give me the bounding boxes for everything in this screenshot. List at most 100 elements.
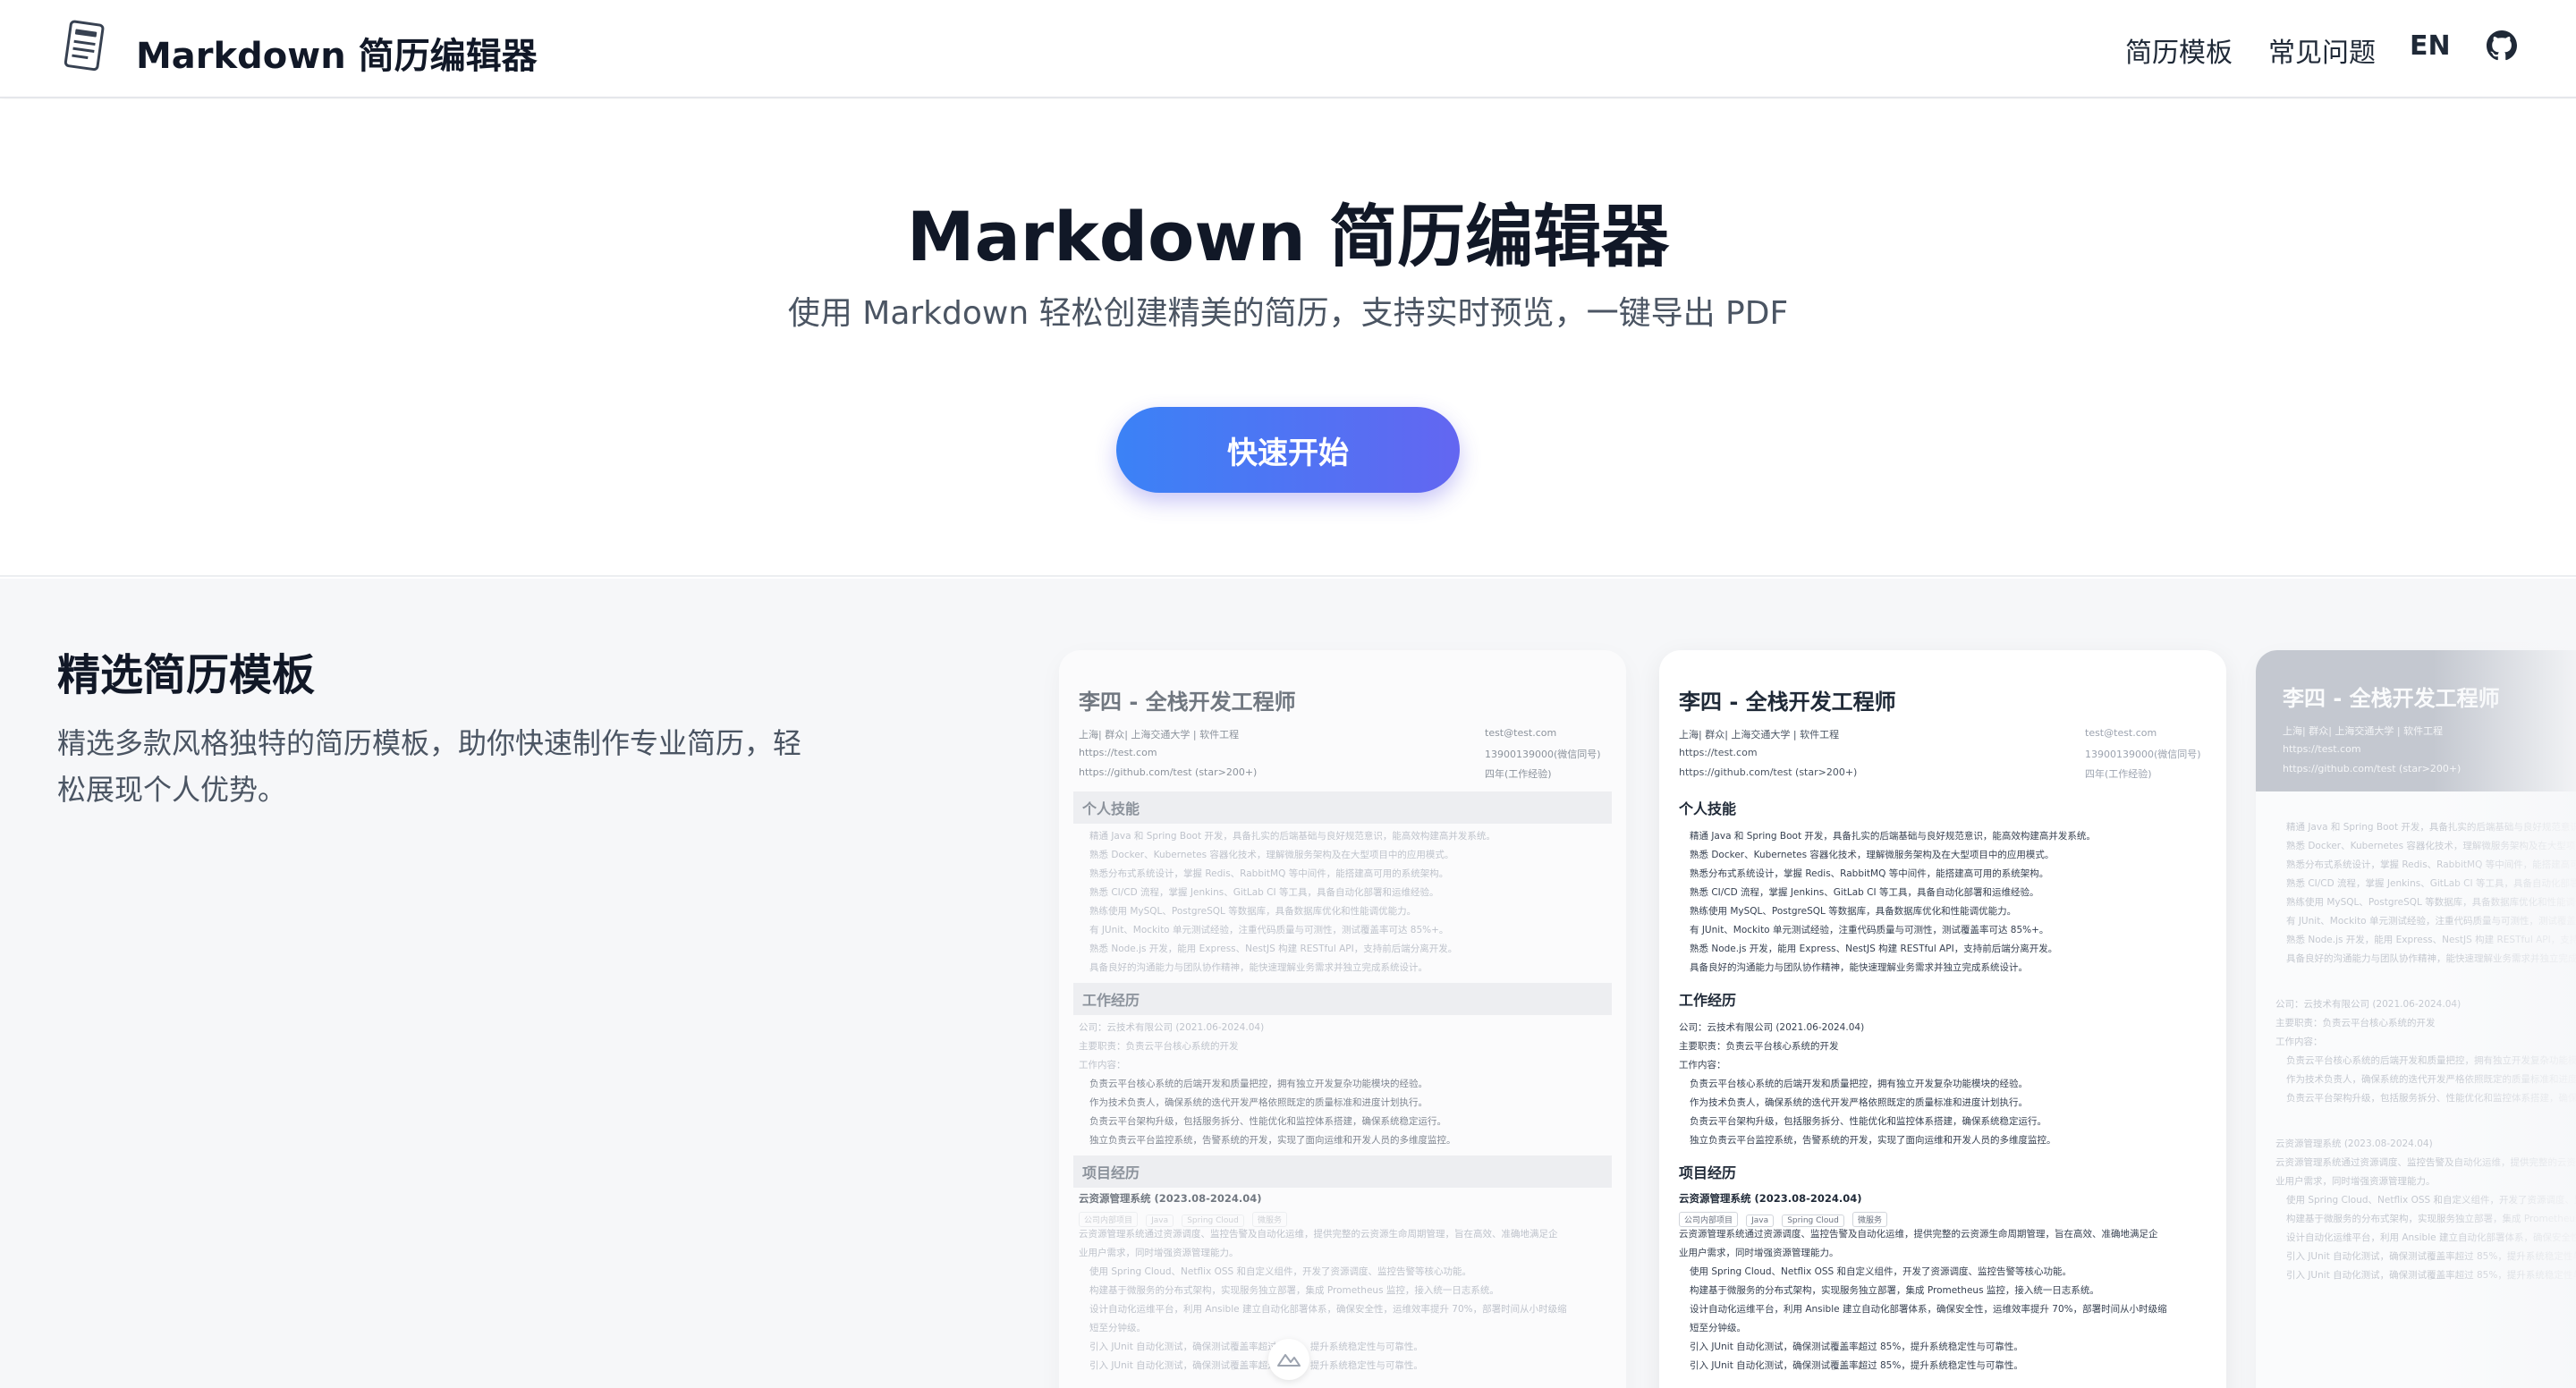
resume-email: test@test.com [2085,727,2157,739]
project-desc: 业用户需求，同时增强资源管理能力。 [1079,1248,1239,1258]
work-company: 公司：云技术有限公司 (2021.06-2024.04) [2275,999,2462,1010]
project-desc: 业用户需求，同时增强资源管理能力。 [1679,1248,1839,1258]
resume-header: 李四 - 全栈开发工程师 上海| 群众| 上海交通大学 | 软件工程 https… [1659,650,2226,786]
resume-name: 李四 - 全栈开发工程师 [1679,690,1896,715]
work-content-label: 工作内容： [2275,1037,2323,1047]
resume-name: 李四 - 全栈开发工程师 [1079,690,1296,715]
project-item: 引入 JUnit 自动化测试，确保测试覆盖率超过 85%，提升系统稳定性与可靠性… [2286,1248,2576,1266]
skill-item: 熟练使用 MySQL、PostgreSQL 等数据库，具备数据库优化和性能调优能… [2286,893,2576,912]
templates-section: 精选简历模板 精选多款风格独特的简历模板，助你快速制作专业简历，轻松展现个人优势… [0,579,2576,1388]
hero-subtitle: 使用 Markdown 轻松创建精美的简历，支持实时预览，一键导出 PDF [787,295,1789,332]
project-title: 云资源管理系统 (2023.08-2024.04) [1079,1192,1262,1205]
section-projects-heading: 项目经历 [1073,1155,1612,1188]
templates-title: 精选简历模板 [57,650,316,700]
project-item: 引入 JUnit 自动化测试，确保测试覆盖率超过 85%，提升系统稳定性与可靠性… [1089,1357,1612,1375]
project-desc: 云资源管理系统通过资源调度、监控告警及自动化运维，提供完整的云资源生命周期管理，… [1679,1229,2158,1240]
project-item: 引入 JUnit 自动化测试，确保测试覆盖率超过 85%，提升系统稳定性与可靠性… [1690,1357,2212,1375]
project-item: 使用 Spring Cloud、Netflix OSS 和自定义组件，开发了资源… [1089,1263,1612,1282]
work-content-label: 工作内容： [1079,1060,1126,1071]
skill-item: 有 JUnit、Mockito 单元测试经验，注重代码质量与可测性，测试覆盖率可… [2286,912,2576,931]
skill-item: 熟悉 Docker、Kubernetes 容器化技术，理解微服务架构及在大型项目… [2286,837,2576,856]
work-role: 主要职责：负责云平台核心系统的开发 [1679,1041,1839,1052]
work-item: 负责云平台核心系统的后端开发和质量把控，拥有独立开发复杂功能模块的经验。 [1690,1075,2212,1094]
work-role: 主要职责：负责云平台核心系统的开发 [2275,1018,2436,1028]
project-item: 构建基于微服务的分布式架构，实现服务独立部署，集成 Prometheus 监控，… [2286,1210,2576,1229]
section-projects-heading: 项目经历 [1679,1164,1737,1181]
work-item: 独立负责云平台监控系统，告警系统的开发，实现了面向运维和开发人员的多维度监控。 [1089,1131,1612,1150]
work-item: 独立负责云平台监控系统，告警系统的开发，实现了面向运维和开发人员的多维度监控。 [1690,1131,2212,1150]
resume-website: https://test.com [1679,747,1758,758]
work-item: 负责云平台核心系统的后端开发和质量把控，拥有独立开发复杂功能模块的经验。 [1089,1075,1612,1094]
skill-item: 熟悉 CI/CD 流程，掌握 Jenkins、GitLab CI 等工具，具备自… [1089,884,1612,902]
skill-item: 熟悉 Node.js 开发，能用 Express、NestJS 构建 RESTf… [1089,940,1612,959]
project-tags: 公司内部项目 Java Spring Cloud 微服务 [1079,1209,1612,1227]
language-toggle[interactable]: EN [2410,30,2451,62]
skill-item: 有 JUnit、Mockito 单元测试经验，注重代码质量与可测性，测试覆盖率可… [1690,921,2212,940]
resume-experience-years: 四年(工作经验) [2085,768,2152,780]
project-item: 引入 JUnit 自动化测试，确保测试覆盖率超过 85%，提升系统稳定性与可靠性… [1690,1338,2212,1357]
brand-title[interactable]: Markdown 简历编辑器 [136,27,538,79]
templates-description: 精选多款风格独特的简历模板，助你快速制作专业简历，轻松展现个人优势。 [57,726,802,807]
github-icon[interactable] [2487,30,2517,61]
project-desc: 云资源管理系统通过资源调度、监控告警及自动化运维，提供完整的云资源生命周期管理，… [1079,1229,1558,1240]
skill-item: 熟悉 CI/CD 流程，掌握 Jenkins、GitLab CI 等工具，具备自… [1690,884,2212,902]
resume-header: 李四 - 全栈开发工程师 上海| 群众| 上海交通大学 | 软件工程 https… [2256,650,2576,791]
skill-item: 具备良好的沟通能力与团队协作精神，能快速理解业务需求并独立完成系统设计。 [1089,959,1612,978]
resume-phone: 13900139000(微信同号) [1485,749,1601,760]
resume-website: https://test.com [1079,747,1157,758]
project-item: 设计自动化运维平台，利用 Ansible 建立自动化部署体系，确保安全性，运维效… [1690,1300,2212,1319]
skill-item: 有 JUnit、Mockito 单元测试经验，注重代码质量与可测性，测试覆盖率可… [1089,921,1612,940]
template-card-classic[interactable]: 李四 - 全栈开发工程师 上海| 群众| 上海交通大学 | 软件工程 https… [1059,650,1626,1388]
skill-item: 熟练使用 MySQL、PostgreSQL 等数据库，具备数据库优化和性能调优能… [1089,902,1612,921]
skill-item: 熟悉分布式系统设计，掌握 Redis、RabbitMQ 等中间件，能搭建高可用的… [1690,865,2212,884]
skill-item: 具备良好的沟通能力与团队协作精神，能快速理解业务需求并独立完成系统设计。 [1690,959,2212,978]
resume-meta: 上海| 群众| 上海交通大学 | 软件工程 [1079,729,1240,741]
chevron-mountain-icon [1277,1354,1301,1367]
resume-email: test@test.com [1485,727,1557,739]
nav-templates-link[interactable]: 简历模板 [2125,30,2233,70]
hero-section: Markdown 简历编辑器 使用 Markdown 轻松创建精美的简历，支持实… [0,99,2576,577]
skill-item: 熟悉 Docker、Kubernetes 容器化技术，理解微服务架构及在大型项目… [1089,846,1612,865]
work-item: 作为技术负责人，确保系统的迭代开发严格依照既定的质量标准和进度计划执行。 [1089,1094,1612,1113]
project-item: 引入 JUnit 自动化测试，确保测试覆盖率超过 85%，提升系统稳定性与可靠性… [1089,1338,1612,1357]
resume-github: https://github.com/test (star>200+) [1079,766,1258,778]
skill-item: 熟悉 Node.js 开发，能用 Express、NestJS 构建 RESTf… [2286,931,2576,950]
work-role: 主要职责：负责云平台核心系统的开发 [1079,1041,1239,1052]
resume-meta: 上海| 群众| 上海交通大学 | 软件工程 [2283,725,2444,737]
project-desc: 云资源管理系统通过资源调度、监控告警及自动化运维，提供完整的云资源生命周期管理，… [2275,1157,2576,1168]
quick-start-button[interactable]: 快速开始 [1116,407,1460,493]
skill-item: 具备良好的沟通能力与团队协作精神，能快速理解业务需求并独立完成系统设计。 [2286,950,2576,969]
skill-item: 熟悉 Node.js 开发，能用 Express、NestJS 构建 RESTf… [1690,940,2212,959]
project-item: 构建基于微服务的分布式架构，实现服务独立部署，集成 Prometheus 监控，… [1690,1282,2212,1300]
template-card-modern[interactable]: 李四 - 全栈开发工程师 上海| 群众| 上海交通大学 | 软件工程 https… [2256,650,2576,1388]
work-item: 负责云平台架构升级，包括服务拆分、性能优化和监控体系搭建，确保系统稳定运行。 [1690,1113,2212,1131]
section-work-heading: 工作经历 [1679,992,1737,1009]
project-item-cont: 短至分钟级。 [1690,1323,1746,1333]
work-item: 作为技术负责人，确保系统的迭代开发严格依照既定的质量标准和进度计划执行。 [2286,1071,2576,1089]
work-item: 作为技术负责人，确保系统的迭代开发严格依照既定的质量标准和进度计划执行。 [1690,1094,2212,1113]
project-item: 使用 Spring Cloud、Netflix OSS 和自定义组件，开发了资源… [2286,1191,2576,1210]
resume-name: 李四 - 全栈开发工程师 [2283,686,2500,711]
project-tags: 公司内部项目 Java Spring Cloud 微服务 [1679,1209,2212,1227]
section-skills-heading: 个人技能 [1679,800,1737,817]
skill-item: 熟悉分布式系统设计，掌握 Redis、RabbitMQ 等中间件，能搭建高可用的… [1089,865,1612,884]
skill-item: 熟悉分布式系统设计，掌握 Redis、RabbitMQ 等中间件，能搭建高可用的… [2286,856,2576,875]
skill-item: 熟悉 CI/CD 流程，掌握 Jenkins、GitLab CI 等工具，具备自… [2286,875,2576,893]
project-item: 设计自动化运维平台，利用 Ansible 建立自动化部署体系，确保安全性，运维效… [2286,1229,2576,1248]
project-item: 设计自动化运维平台，利用 Ansible 建立自动化部署体系，确保安全性，运维效… [1089,1300,1612,1319]
scroll-indicator[interactable] [1268,1339,1309,1380]
section-skills-heading: 个人技能 [1073,791,1612,824]
resume-experience-years: 四年(工作经验) [1485,768,1552,780]
work-company: 公司：云技术有限公司 (2021.06-2024.04) [1079,1022,1265,1033]
skill-item: 精通 Java 和 Spring Boot 开发，具备扎实的后端基础与良好规范意… [1089,827,1612,846]
document-notes-icon[interactable] [61,20,109,73]
hero-title: Markdown 简历编辑器 [906,197,1670,276]
work-item: 负责云平台架构升级，包括服务拆分、性能优化和监控体系搭建，确保系统稳定运行。 [2286,1089,2576,1108]
top-navbar: Markdown 简历编辑器 简历模板 常见问题 EN [0,0,2576,98]
work-item: 负责云平台核心系统的后端开发和质量把控，拥有独立开发复杂功能模块的经验。 [2286,1052,2576,1071]
work-company: 公司：云技术有限公司 (2021.06-2024.04) [1679,1022,1865,1033]
nav-faq-link[interactable]: 常见问题 [2268,30,2376,70]
template-card-simple[interactable]: 李四 - 全栈开发工程师 上海| 群众| 上海交通大学 | 软件工程 https… [1659,650,2226,1388]
